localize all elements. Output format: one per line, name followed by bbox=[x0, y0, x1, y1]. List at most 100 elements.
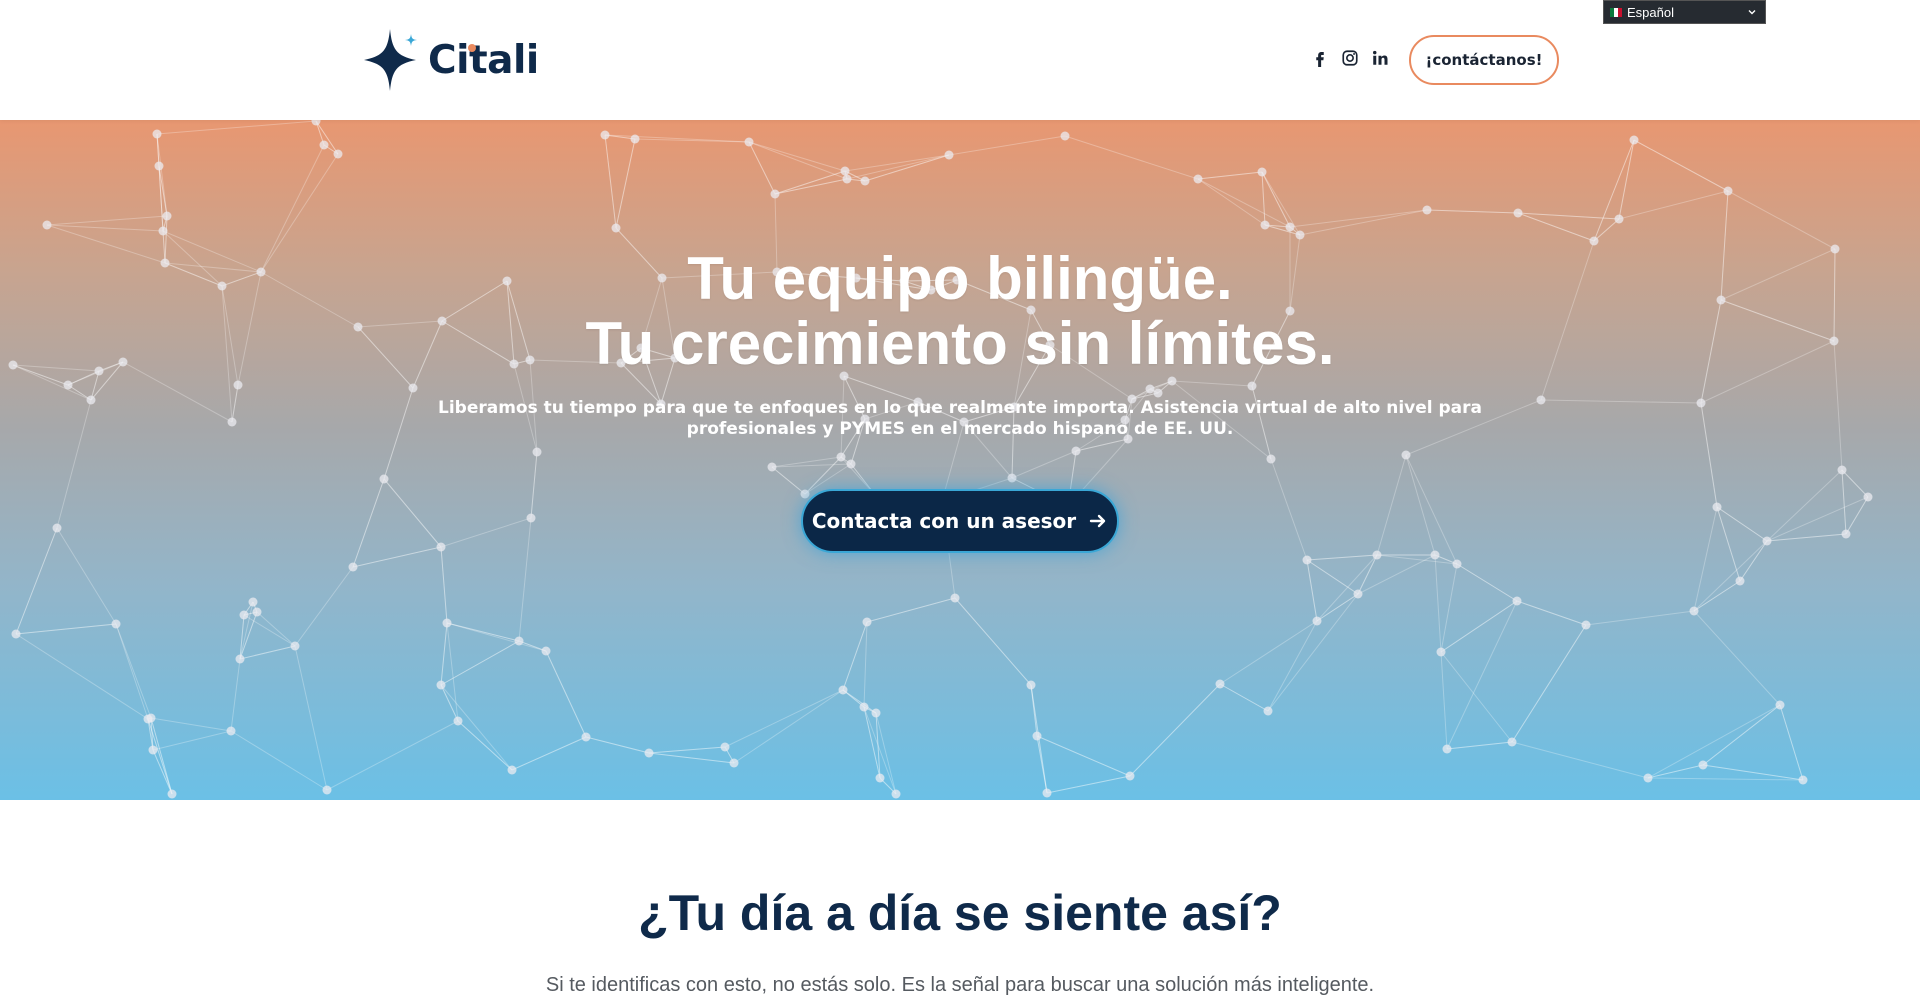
network-lines bbox=[12, 120, 1869, 795]
network-line bbox=[152, 730, 232, 751]
network-dot bbox=[1629, 135, 1639, 145]
language-selector[interactable]: Español bbox=[1603, 0, 1766, 24]
network-line bbox=[1702, 764, 1804, 781]
network-line bbox=[1046, 775, 1131, 794]
network-line bbox=[866, 597, 956, 623]
network-line bbox=[150, 717, 232, 732]
network-line bbox=[1700, 402, 1718, 508]
network-dot bbox=[1581, 620, 1591, 630]
sparkle-star-icon bbox=[364, 29, 417, 91]
network-line bbox=[604, 134, 617, 229]
logo-text: Citali bbox=[428, 38, 539, 83]
facebook-icon[interactable] bbox=[1310, 48, 1330, 68]
cta-label: Contacta con un asesor bbox=[811, 509, 1077, 533]
network-dot bbox=[630, 134, 640, 144]
network-dot bbox=[1125, 771, 1135, 781]
network-dot bbox=[729, 758, 739, 768]
network-line bbox=[383, 387, 414, 480]
network-line bbox=[1306, 554, 1378, 561]
network-line bbox=[1766, 469, 1843, 542]
network-dot bbox=[1507, 737, 1517, 747]
network-dot bbox=[1145, 384, 1155, 394]
network-line bbox=[1267, 593, 1359, 712]
network-line bbox=[440, 622, 448, 686]
section-title: ¿Tu día a día se siente así? bbox=[638, 885, 1282, 941]
network-line bbox=[1716, 506, 1741, 582]
network-line bbox=[1845, 496, 1869, 535]
network-dot bbox=[720, 742, 730, 752]
network-line bbox=[615, 138, 636, 229]
network-line bbox=[1219, 620, 1318, 685]
network-line bbox=[1693, 506, 1718, 612]
network-dot bbox=[235, 654, 245, 664]
network-line bbox=[511, 736, 587, 771]
network-line bbox=[1446, 600, 1518, 750]
network-dot bbox=[453, 716, 463, 726]
network-line bbox=[771, 466, 806, 495]
network-line bbox=[774, 178, 848, 195]
network-dot bbox=[248, 597, 258, 607]
network-dot bbox=[581, 732, 591, 742]
network-dot bbox=[1372, 550, 1382, 560]
network-line bbox=[1440, 651, 1448, 750]
network-dot bbox=[436, 680, 446, 690]
linkedin-icon[interactable] bbox=[1370, 48, 1390, 68]
network-line bbox=[1376, 454, 1407, 556]
network-dot bbox=[1260, 220, 1270, 230]
network-dot bbox=[111, 619, 121, 629]
network-line bbox=[648, 746, 726, 754]
network-line bbox=[383, 478, 442, 548]
network-dot bbox=[859, 702, 869, 712]
network-dot bbox=[227, 417, 237, 427]
network-dot bbox=[871, 708, 881, 718]
network-dot bbox=[379, 474, 389, 484]
hero-title-line-2: Tu crecimiento sin límites. bbox=[585, 310, 1335, 377]
network-dot bbox=[1775, 700, 1785, 710]
network-dot bbox=[526, 513, 536, 523]
network-dot bbox=[514, 636, 524, 646]
contact-us-button[interactable]: ¡contáctanos! bbox=[1409, 35, 1559, 85]
instagram-icon[interactable] bbox=[1340, 48, 1360, 68]
network-line bbox=[230, 658, 241, 732]
network-dot bbox=[541, 646, 551, 656]
network-dot bbox=[1215, 679, 1225, 689]
network-line bbox=[1261, 171, 1291, 228]
network-line bbox=[1516, 600, 1587, 626]
network-line bbox=[724, 689, 844, 748]
network-dot bbox=[319, 140, 329, 150]
network-line bbox=[1618, 139, 1635, 220]
contact-advisor-button[interactable]: Contacta con un asesor bbox=[801, 489, 1119, 553]
network-line bbox=[1197, 171, 1263, 180]
network-dot bbox=[1167, 376, 1177, 386]
network-line bbox=[1270, 458, 1308, 561]
network-line bbox=[1197, 178, 1266, 226]
network-dot bbox=[1841, 529, 1851, 539]
network-line bbox=[15, 623, 117, 635]
network-line bbox=[1446, 741, 1513, 750]
network-line bbox=[1739, 540, 1768, 582]
network-line bbox=[1727, 190, 1836, 250]
network-line bbox=[1434, 554, 1442, 653]
network-line bbox=[256, 611, 296, 647]
hero-title-line-1: Tu equipo bilingüe. bbox=[687, 245, 1233, 312]
network-dot bbox=[950, 593, 960, 603]
network-line bbox=[1693, 580, 1741, 612]
network-line bbox=[1036, 735, 1131, 777]
network-dot bbox=[1723, 186, 1733, 196]
network-dot bbox=[290, 641, 300, 651]
network-line bbox=[1219, 683, 1269, 712]
network-dot bbox=[1512, 596, 1522, 606]
network-dot bbox=[767, 462, 777, 472]
network-line bbox=[1540, 399, 1702, 404]
network-line bbox=[748, 141, 776, 195]
network-line bbox=[1766, 533, 1847, 542]
network-dot bbox=[800, 489, 810, 499]
network-line bbox=[446, 622, 520, 642]
network-dot bbox=[1153, 388, 1163, 398]
network-dot bbox=[838, 685, 848, 695]
site-logo[interactable]: Citali bbox=[360, 27, 539, 93]
network-dot bbox=[63, 380, 73, 390]
network-line bbox=[1841, 469, 1869, 498]
network-line bbox=[1405, 454, 1436, 556]
network-dot bbox=[840, 166, 850, 176]
